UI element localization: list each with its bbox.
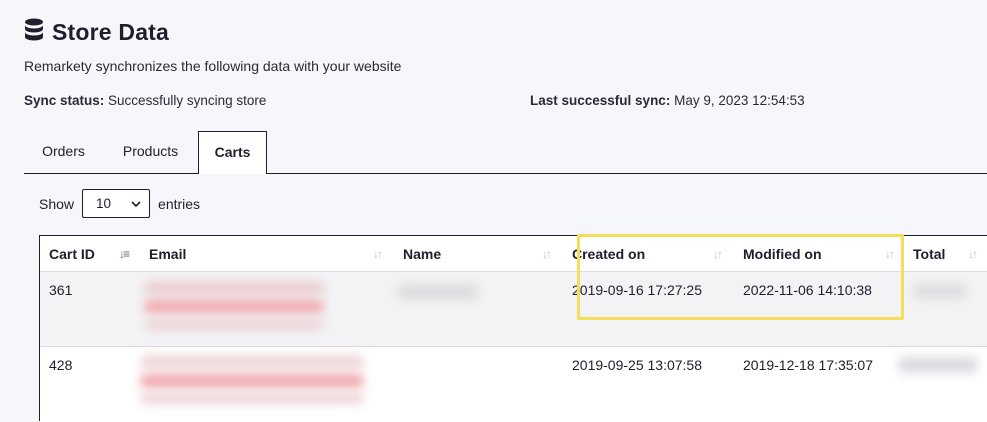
sync-status-value: Successfully syncing store	[108, 93, 267, 108]
column-header-name[interactable]: Name	[403, 236, 441, 272]
redacted-total	[898, 357, 978, 373]
redacted-name	[398, 284, 478, 300]
redacted-total	[913, 284, 967, 298]
sync-status: Sync status: Successfully syncing store	[24, 93, 266, 108]
page-title: Store Data	[52, 19, 170, 45]
cell-cart-id: 361	[49, 282, 73, 298]
sync-status-label: Sync status:	[24, 93, 105, 108]
entries-label: entries	[158, 195, 201, 212]
sort-icon[interactable]: ↓↑	[373, 236, 383, 272]
tab-orders[interactable]: Orders	[24, 131, 103, 174]
chevron-down-icon	[131, 196, 141, 211]
page-header: Store Data	[24, 18, 169, 47]
cell-modified-on: 2019-12-18 17:35:07	[743, 357, 873, 373]
carts-table: Cart ID ↓≡ Email ↓↑ Name ↓↑ Created on ↓…	[39, 234, 987, 422]
carts-panel: Show 10 entries Cart ID ↓≡ Email ↓↑ Name…	[24, 174, 987, 422]
sort-icon[interactable]: ↓↑	[885, 236, 895, 272]
cell-cart-id: 428	[49, 357, 73, 373]
table-row[interactable]: 361 2019-09-16 17:27:25 2022-11-06 14:10…	[40, 272, 987, 347]
column-header-cart-id[interactable]: Cart ID	[49, 236, 95, 272]
sort-icon[interactable]: ↓↑	[542, 236, 552, 272]
tab-products[interactable]: Products	[103, 131, 198, 174]
table-header: Cart ID ↓≡ Email ↓↑ Name ↓↑ Created on ↓…	[40, 236, 987, 272]
show-label: Show	[39, 195, 75, 212]
entries-select-value: 10	[96, 196, 112, 211]
redacted-email	[140, 374, 364, 388]
last-sync: Last successful sync: May 9, 2023 12:54:…	[530, 93, 805, 108]
last-sync-label: Last successful sync:	[530, 93, 671, 108]
table-row[interactable]: 428 2019-09-25 13:07:58 2019-12-18 17:35…	[40, 347, 987, 422]
redacted-email	[140, 355, 364, 369]
sort-icon[interactable]: ↓↑	[713, 236, 723, 272]
database-icon	[24, 18, 44, 47]
sort-icon[interactable]: ↓↑	[968, 236, 978, 272]
redacted-email	[144, 300, 324, 313]
redacted-email	[140, 393, 364, 404]
tab-bar: Orders Products Carts	[24, 131, 987, 175]
page-length-control: Show 10 entries	[39, 189, 200, 218]
redacted-email	[144, 282, 324, 294]
entries-select[interactable]: 10	[82, 189, 151, 218]
sort-descending-icon[interactable]: ↓≡	[119, 236, 130, 272]
column-header-email[interactable]: Email	[149, 236, 186, 272]
last-sync-value: May 9, 2023 12:54:53	[674, 93, 805, 108]
column-header-modified-on[interactable]: Modified on	[743, 236, 822, 272]
cell-created-on: 2019-09-25 13:07:58	[572, 357, 702, 373]
tab-carts[interactable]: Carts	[198, 131, 267, 175]
cell-modified-on: 2022-11-06 14:10:38	[743, 282, 872, 298]
column-header-total[interactable]: Total	[913, 236, 945, 272]
cell-created-on: 2019-09-16 17:27:25	[572, 282, 702, 298]
column-header-created-on[interactable]: Created on	[572, 236, 645, 272]
page-subtitle: Remarkety synchronizes the following dat…	[24, 58, 402, 74]
redacted-email	[144, 319, 324, 330]
